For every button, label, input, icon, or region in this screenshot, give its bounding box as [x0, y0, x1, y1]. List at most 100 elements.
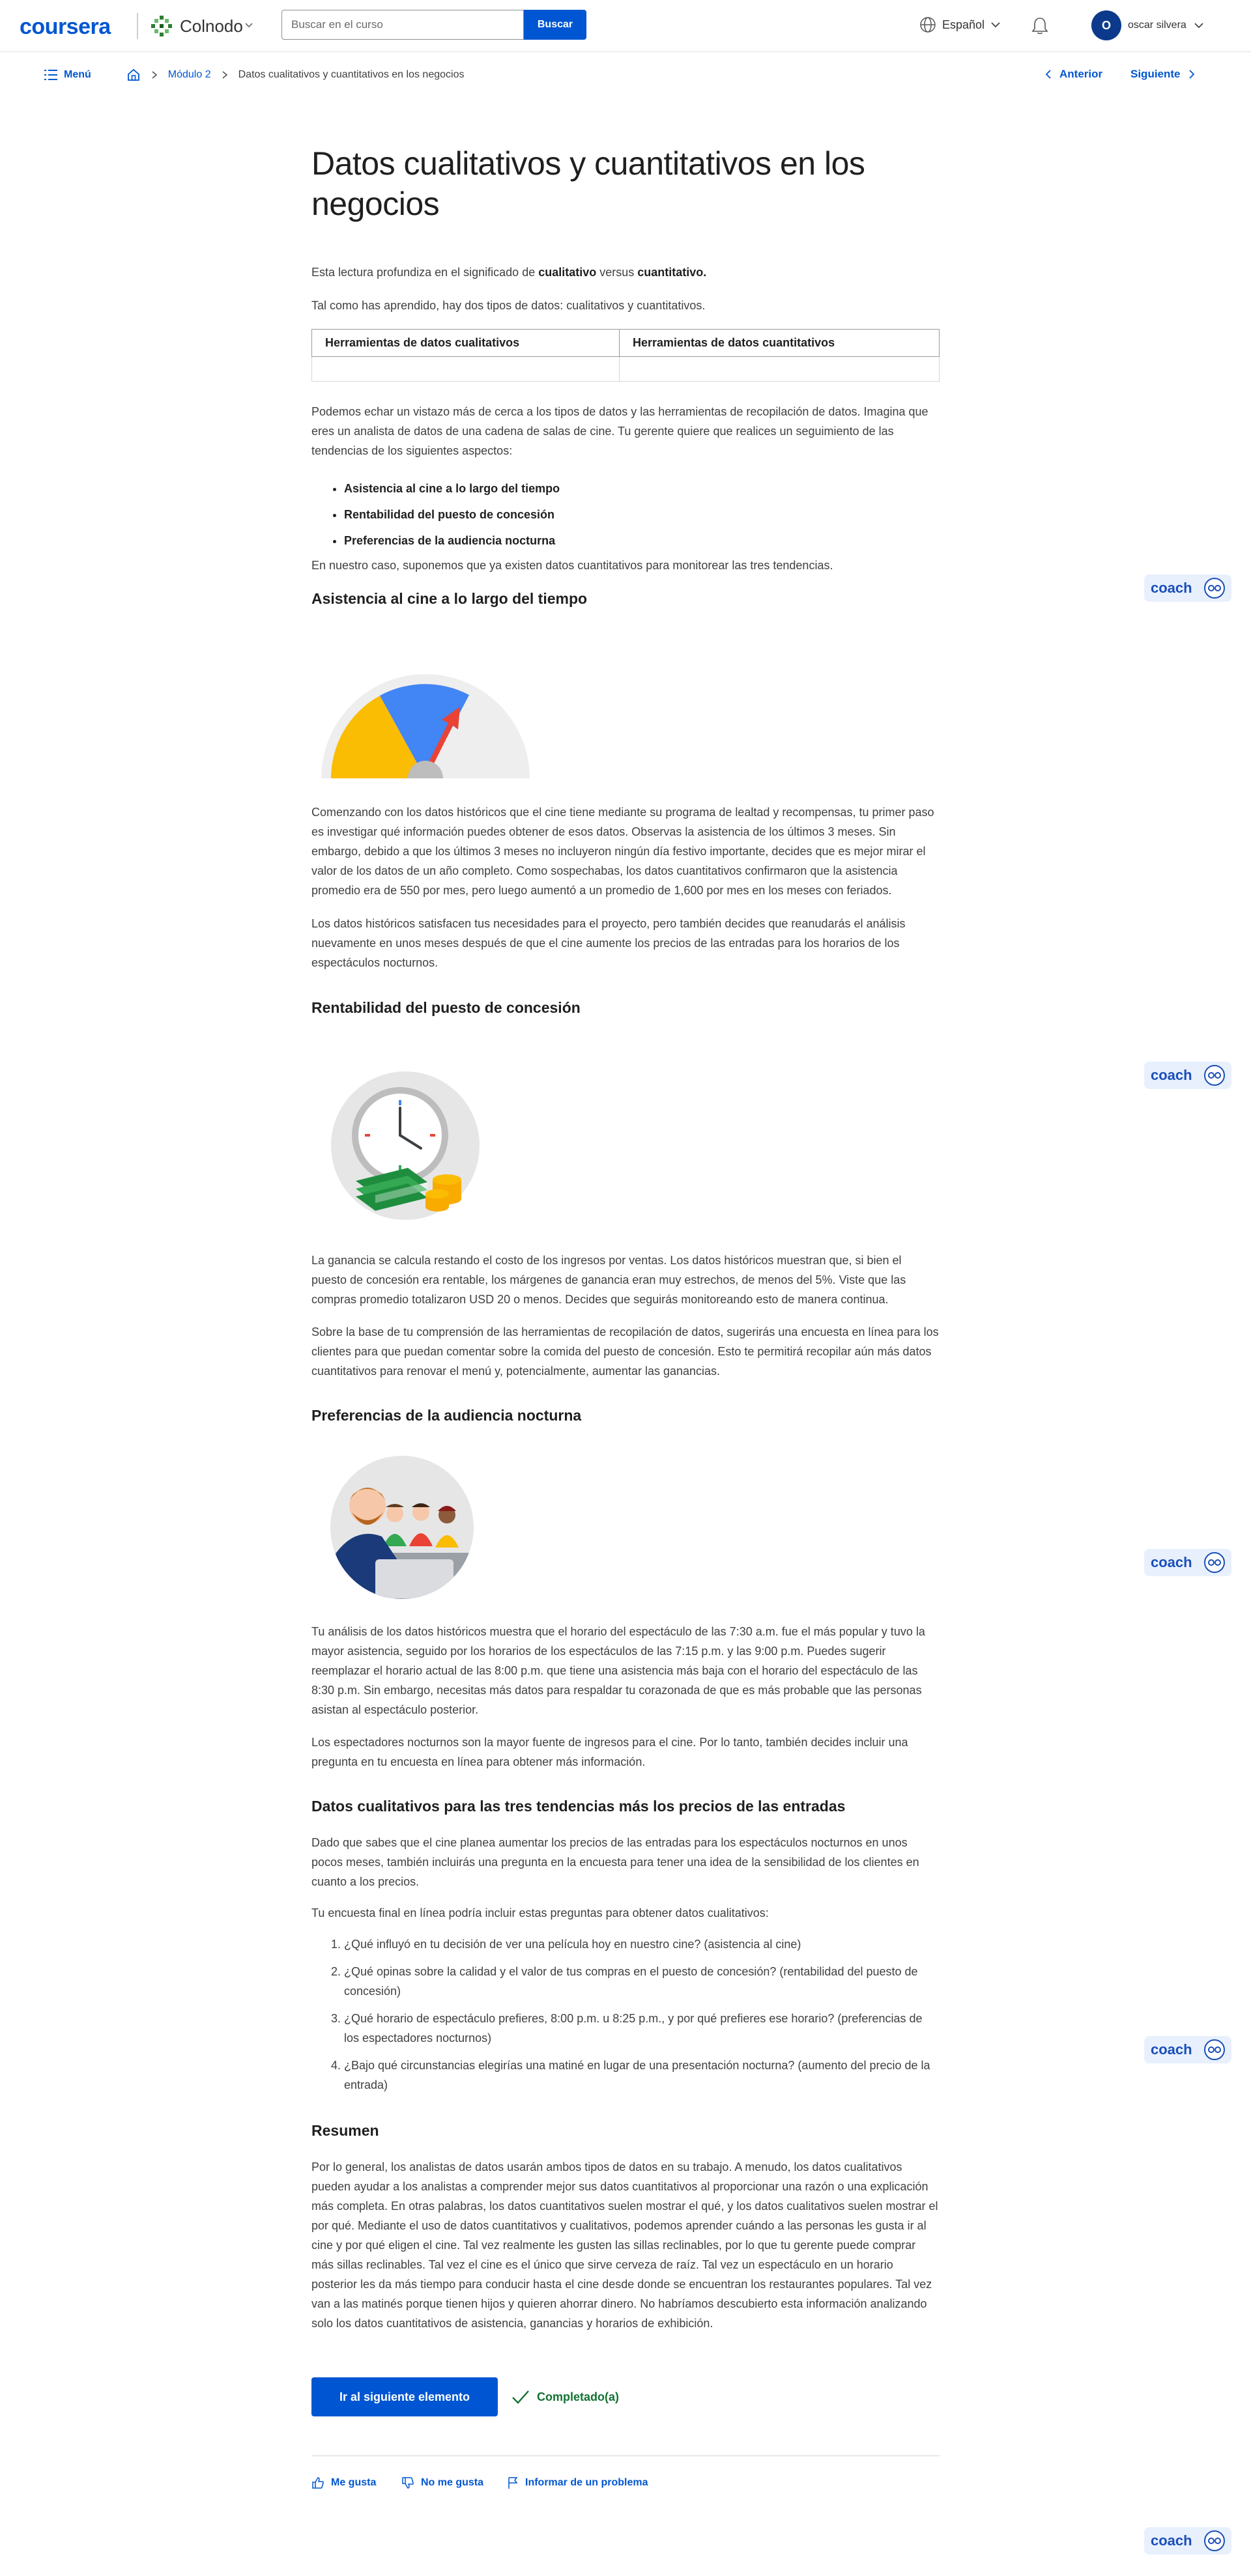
coach-button[interactable]: coach: [1144, 2036, 1231, 2063]
list-item: Asistencia al cine a lo largo del tiempo: [344, 475, 930, 502]
next-button[interactable]: Siguiente: [1130, 68, 1196, 81]
completed-label: Completado(a): [537, 2390, 619, 2403]
breadcrumb-module[interactable]: Módulo 2: [168, 69, 211, 81]
coursera-logo[interactable]: coursera: [20, 14, 111, 40]
chevron-down-icon: [991, 22, 1000, 28]
gauge-illustration: [321, 674, 530, 778]
partner-name: Colnodo: [180, 16, 243, 36]
dislike-label: No me gusta: [421, 2477, 484, 2488]
coach-label: coach: [1151, 2041, 1192, 2058]
checkmark-icon: [512, 2390, 529, 2404]
breadcrumb: Menú Módulo 2 Datos cualitativos y cuant…: [44, 68, 464, 82]
intro-bold-quantitative: cuantitativo.: [637, 266, 707, 279]
coach-icon: [1204, 1552, 1225, 1573]
table-cell: [311, 356, 620, 382]
report-label: Informar de un problema: [525, 2477, 648, 2488]
search-form: Buscar: [281, 10, 586, 40]
page-title: Datos cualitativos y cuantitativos en lo…: [311, 145, 865, 222]
thumbs-down-icon: [402, 2477, 414, 2489]
section-title-attendance: Asistencia al cine a lo largo del tiempo: [311, 590, 588, 607]
coach-label: coach: [1151, 1554, 1192, 1570]
chevron-down-icon[interactable]: [244, 21, 253, 30]
qualitative-paragraph-1: Dado que sabes que el cine planea aument…: [311, 1836, 919, 1888]
list-item: ¿Qué opinas sobre la calidad y el valor …: [344, 1962, 940, 2001]
assumption-paragraph: En nuestro caso, suponemos que ya existe…: [311, 559, 833, 572]
dislike-button[interactable]: No me gusta: [401, 2476, 483, 2489]
previous-button[interactable]: Anterior: [1044, 68, 1102, 81]
section-title-qualitative-data: Datos cualitativos para las tres tendenc…: [311, 1798, 846, 1815]
list-menu-icon: [44, 70, 57, 80]
chevron-right-icon: [1188, 70, 1194, 79]
coach-icon: [1204, 578, 1225, 599]
language-selector[interactable]: Español: [919, 16, 1001, 34]
list-item: ¿Qué influyó en tu decisión de ver una p…: [344, 1934, 940, 1954]
thumbs-up-icon: [312, 2477, 324, 2489]
intro-text-versus: versus: [596, 266, 638, 279]
flag-icon: [508, 2477, 518, 2489]
like-label: Me gusta: [331, 2477, 377, 2488]
colnodo-icon: [151, 16, 172, 36]
completed-status: Completado(a): [511, 2389, 619, 2405]
intro-paragraph: Esta lectura profundiza en el significad…: [311, 262, 940, 282]
next-label: Siguiente: [1130, 68, 1181, 80]
chevron-right-icon: [222, 71, 227, 79]
list-item: Rentabilidad del puesto de concesión: [344, 502, 930, 528]
night-audience-paragraph-2: Los espectadores nocturnos son la mayor …: [311, 1736, 908, 1768]
concession-paragraph-2: Sobre la base de tu comprensión de las h…: [311, 1325, 939, 1378]
partner-logo[interactable]: Colnodo: [150, 14, 243, 38]
section-title-summary: Resumen: [311, 2122, 379, 2139]
list-item: ¿Bajo qué circunstancias elegirías una m…: [344, 2056, 940, 2095]
previous-label: Anterior: [1059, 68, 1103, 80]
search-input[interactable]: [281, 10, 524, 40]
coach-icon: [1204, 2530, 1225, 2551]
user-name: oscar silvera: [1128, 20, 1186, 31]
home-icon[interactable]: [126, 68, 141, 82]
language-label: Español: [942, 18, 985, 31]
audience-illustration: [330, 1456, 474, 1599]
section-title-night-audience: Preferencias de la audiencia nocturna: [311, 1407, 582, 1424]
chevron-left-icon: [1045, 70, 1051, 79]
tools-table: Herramientas de datos cualitativos Herra…: [311, 329, 940, 382]
coach-label: coach: [1151, 1067, 1192, 1083]
menu-button[interactable]: Menú: [44, 69, 91, 81]
next-item-button[interactable]: Ir al siguiente elemento: [311, 2377, 498, 2416]
table-cell: [619, 356, 940, 382]
logo-divider: [137, 13, 138, 39]
trends-list: Asistencia al cine a lo largo del tiempo…: [344, 475, 930, 554]
report-problem-button[interactable]: Informar de un problema: [507, 2476, 648, 2489]
concession-paragraph-1: La ganancia se calcula restando el costo…: [311, 1254, 906, 1306]
list-item: ¿Qué horario de espectáculo prefieres, 8…: [344, 2009, 940, 2048]
survey-questions-list: ¿Qué influyó en tu decisión de ver una p…: [344, 1934, 940, 2102]
avatar: O: [1091, 10, 1121, 40]
chevron-down-icon: [1194, 23, 1203, 29]
like-button[interactable]: Me gusta: [311, 2476, 376, 2489]
types-paragraph: Tal como has aprendido, hay dos tipos de…: [311, 299, 706, 312]
coach-button[interactable]: coach: [1144, 1549, 1231, 1576]
chevron-right-icon: [152, 71, 158, 79]
table-header-qualitative: Herramientas de datos cualitativos: [311, 329, 620, 357]
notifications-bell-icon[interactable]: [1029, 16, 1050, 36]
search-button[interactable]: Buscar: [524, 10, 586, 40]
qualitative-paragraph-2: Tu encuesta final en línea podría inclui…: [311, 1906, 769, 1919]
summary-paragraph: Por lo general, los analistas de datos u…: [311, 2160, 938, 2330]
coach-button[interactable]: coach: [1144, 2527, 1231, 2555]
breadcrumb-current: Datos cualitativos y cuantitativos en lo…: [238, 69, 465, 80]
attendance-paragraph-2: Los datos históricos satisfacen tus nece…: [311, 917, 906, 969]
table-header-quantitative: Herramientas de datos cuantitativos: [619, 329, 940, 357]
intro-bold-qualitative: cualitativo: [538, 266, 597, 279]
coach-icon: [1204, 2039, 1225, 2060]
clock-money-illustration: [331, 1071, 480, 1220]
list-item: Preferencias de la audiencia nocturna: [344, 528, 930, 554]
top-navigation-bar: coursera Colnodo Buscar Español: [0, 0, 1251, 52]
coach-button[interactable]: coach: [1144, 574, 1231, 602]
coach-button[interactable]: coach: [1144, 1062, 1231, 1089]
scenario-paragraph: Podemos echar un vistazo más de cerca a …: [311, 405, 928, 457]
coach-icon: [1204, 1065, 1225, 1086]
night-audience-paragraph-1: Tu análisis de los datos históricos mues…: [311, 1625, 925, 1716]
menu-label: Menú: [64, 69, 91, 80]
section-title-concession: Rentabilidad del puesto de concesión: [311, 999, 581, 1016]
coach-label: coach: [1151, 580, 1192, 596]
user-menu[interactable]: O oscar silvera: [1091, 10, 1205, 40]
coach-label: coach: [1151, 2532, 1192, 2549]
attendance-paragraph-1: Comenzando con los datos históricos que …: [311, 806, 934, 897]
